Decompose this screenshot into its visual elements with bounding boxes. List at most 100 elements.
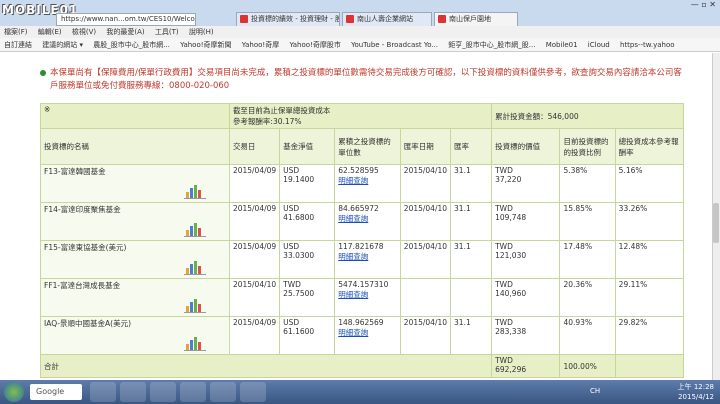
roi: 33.26%: [614, 202, 685, 241]
input-language[interactable]: CH: [590, 387, 600, 395]
nav-cell: USD 41.6800: [279, 202, 336, 241]
fav-link[interactable]: 自訂連結: [4, 41, 32, 49]
nav-cell: TWD 25.7500: [279, 278, 336, 317]
rate: 31.1: [450, 164, 493, 203]
units-cell: 62.528595 明細查詢: [334, 164, 401, 203]
trade-date: 2015/04/09: [228, 202, 281, 241]
rate-date: 2015/04/10: [399, 202, 452, 241]
total-ratio: 100.00%: [559, 354, 616, 378]
table-row: FF1-富達台灣成長基金 2015/04/10 TWD 25.7500 5474.…: [40, 278, 685, 317]
fav-link[interactable]: 農股_股市中心_股市網...: [93, 41, 170, 49]
ratio: 5.38%: [559, 164, 616, 203]
menu-bar: 檔案(F) 編輯(E) 檢視(V) 我的最愛(A) 工具(T) 說明(H): [0, 26, 720, 38]
total-row: 合計 TWD 692,296 100.00%: [39, 354, 685, 378]
ratio: 15.85%: [559, 202, 616, 241]
app-taskbar-icon[interactable]: [210, 382, 236, 402]
table-row: F15-富達東協基金(美元) 2015/04/09 USD 33.0300 117…: [40, 240, 685, 279]
roi: 5.16%: [614, 164, 685, 203]
menu-view[interactable]: 檢視(V): [72, 28, 96, 36]
bar-chart-icon[interactable]: [184, 261, 206, 275]
value-cell: TWD 283,338: [491, 316, 561, 355]
menu-favorites[interactable]: 我的最愛(A): [106, 28, 144, 36]
fav-link[interactable]: Mobile01: [546, 41, 578, 49]
col-fund-name: 投資標的名稱: [40, 128, 230, 165]
fund-name-cell: F14-富達印度聚焦基金: [40, 202, 230, 241]
ratio: 20.36%: [559, 278, 616, 317]
table-row: F13-富達韓國基金 2015/04/09 USD 19.1400 62.5285…: [40, 164, 685, 203]
roi: 12.48%: [614, 240, 685, 279]
app-taskbar-icon[interactable]: [240, 382, 266, 402]
fav-link[interactable]: 鉅亨_股市中心_股市網_股...: [448, 41, 535, 49]
explorer-taskbar-icon[interactable]: [90, 382, 116, 402]
detail-link[interactable]: 明細查詢: [338, 175, 397, 186]
summary-mark: ※: [40, 103, 230, 129]
menu-file[interactable]: 檔案(F): [4, 28, 28, 36]
vertical-scrollbar[interactable]: [712, 53, 720, 380]
col-nav: 基金淨值: [279, 128, 336, 165]
bar-chart-icon[interactable]: [184, 337, 206, 351]
tab-favicon: [240, 15, 248, 23]
fund-name-cell: IAQ-景順中國基金A(美元): [40, 316, 230, 355]
units-cell: 5474.157310 明細查詢: [334, 278, 401, 317]
menu-tools[interactable]: 工具(T): [155, 28, 179, 36]
address-bar[interactable]: https://www.nan...om.tw/CES10/Welcom: [56, 13, 196, 26]
browser-titlebar: MOBILE01 https://www.nan...om.tw/CES10/W…: [0, 0, 720, 26]
detail-link[interactable]: 明細查詢: [338, 289, 397, 300]
tab-fund-performance[interactable]: 投資標的績效 - 投資理財 - 股票...: [236, 12, 340, 26]
tab-nanshan-policyholder[interactable]: 南山保戶園地: [434, 12, 518, 26]
fav-link[interactable]: iCloud: [588, 41, 610, 49]
rate: [450, 278, 493, 317]
bar-chart-icon[interactable]: [184, 299, 206, 313]
detail-link[interactable]: 明細查詢: [338, 213, 397, 224]
fav-link[interactable]: https--tw.yahoo: [620, 41, 675, 49]
rate-date: 2015/04/10: [399, 316, 452, 355]
investment-table: ※ 截至目前為止保單總投資成本 參考報酬率:30.17% 累計投資金額：546,…: [39, 103, 685, 378]
google-search-box[interactable]: Google: [30, 384, 82, 400]
menu-help[interactable]: 說明(H): [189, 28, 214, 36]
media-player-taskbar-icon[interactable]: [150, 382, 176, 402]
bullet-icon: [40, 70, 46, 76]
chrome-taskbar-icon[interactable]: [180, 382, 206, 402]
nav-cell: USD 33.0300: [279, 240, 336, 279]
column-headers: 投資標的名稱 交易日 基金淨值 累積之投資標的單位數 匯率日期 匯率 投資標的價…: [40, 128, 685, 165]
fav-link[interactable]: 建議的網站 ▾: [42, 41, 83, 49]
rate: 31.1: [450, 240, 493, 279]
value-cell: TWD 121,030: [491, 240, 561, 279]
value-cell: TWD 37,220: [491, 164, 561, 203]
windows-taskbar: Google CH 上午 12:28 2015/4/12: [0, 380, 720, 404]
fund-name-cell: F15-富達東協基金(美元): [40, 240, 230, 279]
units-cell: 148.962569 明細查詢: [334, 316, 401, 355]
detail-link[interactable]: 明細查詢: [338, 327, 397, 338]
detail-link[interactable]: 明細查詢: [338, 251, 397, 262]
ie-taskbar-icon[interactable]: [120, 382, 146, 402]
rate: 31.1: [450, 202, 493, 241]
tab-favicon: [438, 15, 446, 23]
start-button-icon[interactable]: [4, 382, 24, 402]
favorites-bar: 自訂連結 建議的網站 ▾ 農股_股市中心_股市網... Yahoo!奇摩新聞 Y…: [0, 38, 720, 52]
trade-date: 2015/04/09: [228, 240, 281, 279]
fav-link[interactable]: Yahoo!奇摩新聞: [180, 41, 231, 49]
fav-link[interactable]: Yahoo!奇摩股市: [289, 41, 340, 49]
fund-name-cell: F13-富達韓國基金: [40, 164, 230, 203]
tab-nanshan-corp[interactable]: 南山人壽企業網站: [342, 12, 432, 26]
summary-row: ※ 截至目前為止保單總投資成本 參考報酬率:30.17% 累計投資金額：546,…: [40, 103, 684, 129]
page-content: 本保單尚有【保障費用/保單行政費用】交易項目尚未完成，累積之投資標的單位數需待交…: [0, 53, 712, 380]
rate-date: 2015/04/10: [399, 240, 452, 279]
units-cell: 84.665972 明細查詢: [334, 202, 401, 241]
total-invest-amount: 累計投資金額：546,000: [491, 103, 684, 129]
bar-chart-icon[interactable]: [184, 185, 206, 199]
col-rate: 匯率: [450, 128, 493, 165]
scroll-thumb[interactable]: [713, 203, 719, 243]
bar-chart-icon[interactable]: [184, 223, 206, 237]
trade-date: 2015/04/10: [228, 278, 281, 317]
fav-link[interactable]: Yahoo!奇摩: [242, 41, 279, 49]
value-cell: TWD 109,748: [491, 202, 561, 241]
tab-favicon: [346, 15, 354, 23]
system-clock[interactable]: 上午 12:28 2015/4/12: [678, 382, 714, 402]
rate: 31.1: [450, 316, 493, 355]
menu-edit[interactable]: 編輯(E): [38, 28, 62, 36]
window-controls[interactable]: — ▫ ✕: [691, 0, 716, 11]
fav-link[interactable]: YouTube - Broadcast Yo...: [351, 41, 438, 49]
col-ratio: 目前投資標的的投資比例: [559, 128, 616, 165]
nav-cell: USD 61.1600: [279, 316, 336, 355]
